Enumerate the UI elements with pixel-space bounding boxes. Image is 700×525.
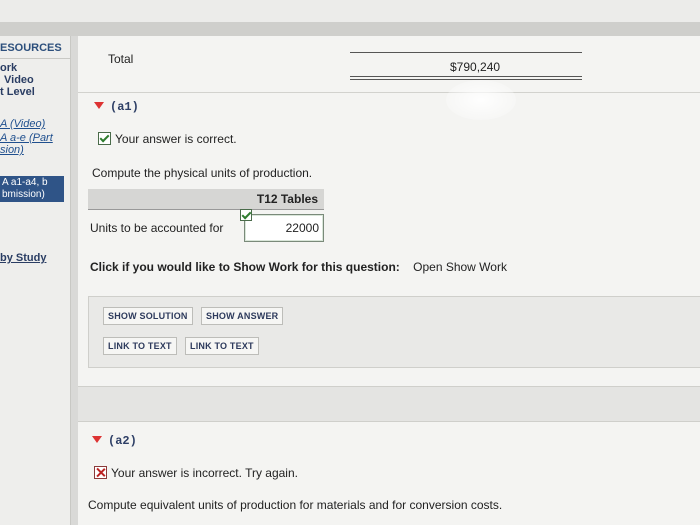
total-value: $790,240 xyxy=(450,60,501,74)
sidebar-item-sion[interactable]: sion) xyxy=(0,144,24,156)
solution-buttons-panel: SHOW SOLUTION SHOW ANSWER LINK TO TEXT L… xyxy=(88,296,700,368)
sidebar-item-a-ae-part[interactable]: A a-e (Part xyxy=(0,132,53,144)
show-solution-button[interactable]: SHOW SOLUTION xyxy=(103,307,193,325)
total-row: Total $790,240 xyxy=(78,36,700,93)
sidebar-item-video[interactable]: Video xyxy=(4,74,34,86)
sidebar-selected-line2: bmission) xyxy=(2,189,45,200)
show-answer-button[interactable]: SHOW ANSWER xyxy=(201,307,284,325)
collapse-triangle-icon xyxy=(92,436,102,443)
total-label: Total xyxy=(108,52,134,66)
units-value: 22000 xyxy=(285,221,319,235)
part-a2-status-text: Your answer is incorrect. Try again. xyxy=(111,466,298,480)
part-a1-prompt: Compute the physical units of production… xyxy=(92,166,313,180)
part-a1-title: (a1) xyxy=(110,100,139,114)
screen-glare xyxy=(446,80,516,120)
total-top-rule xyxy=(350,52,582,53)
header-strip xyxy=(0,22,700,36)
part-a2-toggle[interactable]: (a2) xyxy=(92,434,137,448)
total-double-rule-2 xyxy=(350,79,582,80)
sidebar-divider xyxy=(0,58,70,59)
sidebar-item-a-video[interactable]: A (Video) xyxy=(0,118,45,130)
units-input[interactable]: 22000 xyxy=(244,214,324,242)
part-a1-status: Your answer is correct. xyxy=(98,132,237,146)
link-to-text-button-1[interactable]: LINK TO TEXT xyxy=(103,337,177,355)
section-separator xyxy=(78,386,700,422)
resources-sidebar: ESOURCES ork Video t Level A (Video) A a… xyxy=(0,36,71,525)
part-a1-status-text: Your answer is correct. xyxy=(115,132,237,146)
units-correct-check-icon xyxy=(240,209,252,221)
part-a2-prompt: Compute equivalent units of production f… xyxy=(88,498,503,512)
show-work-row: Click if you would like to Show Work for… xyxy=(90,260,507,274)
sidebar-selected-line1: A a1-a4, b xyxy=(2,177,48,188)
total-double-rule-1 xyxy=(350,76,582,77)
sidebar-item-level[interactable]: t Level xyxy=(0,86,35,98)
sidebar-item-selected[interactable]: A a1-a4, b bmission) xyxy=(0,176,64,202)
tables-label: T12 Tables xyxy=(256,192,318,206)
checkmark-icon xyxy=(98,132,111,145)
sidebar-item-work[interactable]: ork xyxy=(0,62,17,74)
x-mark-icon xyxy=(94,466,107,479)
open-show-work-link[interactable]: Open Show Work xyxy=(413,260,507,274)
tables-header: T12 Tables xyxy=(88,189,324,210)
sidebar-header: ESOURCES xyxy=(0,42,62,54)
part-a1-toggle[interactable]: (a1) xyxy=(94,100,139,114)
units-label: Units to be accounted for xyxy=(90,221,224,235)
part-a2-title: (a2) xyxy=(108,434,137,448)
show-work-question: Click if you would like to Show Work for… xyxy=(90,260,400,274)
question-panel: Total $790,240 (a1) Your answer is corre… xyxy=(78,36,700,525)
collapse-triangle-icon xyxy=(94,102,104,109)
link-to-text-button-2[interactable]: LINK TO TEXT xyxy=(185,337,259,355)
sidebar-study-link[interactable]: by Study xyxy=(0,252,46,264)
part-a2-status: Your answer is incorrect. Try again. xyxy=(94,466,298,480)
